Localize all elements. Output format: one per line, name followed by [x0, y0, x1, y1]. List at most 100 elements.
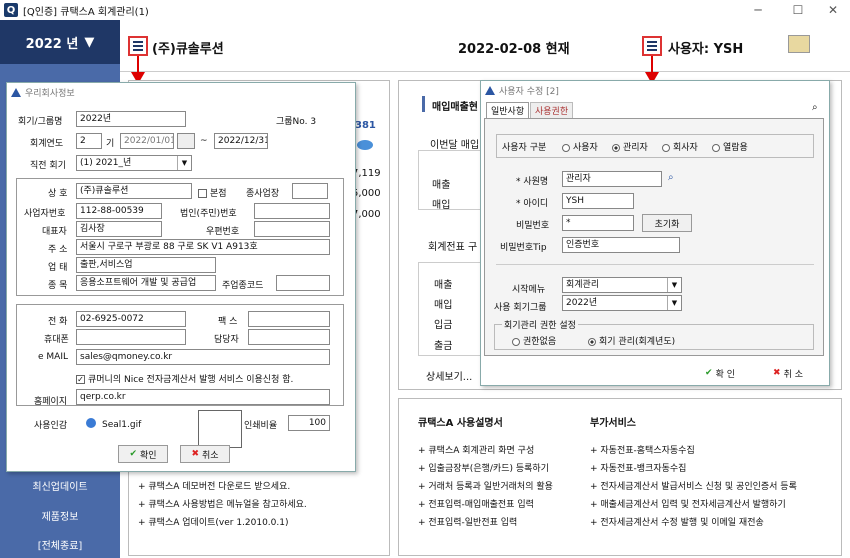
corpno-label: 법인(주민)번호: [180, 209, 237, 219]
mobile-label: 휴대폰: [44, 335, 69, 345]
chevron-down-icon: ▼: [667, 296, 681, 310]
pw-input[interactable]: *: [562, 215, 634, 231]
window-titlebar: Q [Q인증] 큐택스A 회계관리(1): [0, 0, 850, 20]
minimize-button[interactable]: ─: [745, 0, 771, 20]
fax-input[interactable]: [248, 311, 330, 327]
manual-item[interactable]: + 입출금장부(은행/카드) 등록하기: [418, 460, 553, 478]
reset-button[interactable]: 초기화: [642, 214, 692, 232]
settings-icon[interactable]: [788, 35, 810, 53]
user-ok-button[interactable]: ✔ 확 인: [694, 364, 746, 382]
seal-label: 사용인감: [34, 421, 68, 431]
mobile-input[interactable]: [76, 329, 186, 345]
dialog-titlebar: 우리회사정보: [7, 83, 355, 101]
email-label: e MAIL: [38, 352, 68, 362]
item-input[interactable]: 응용소프트웨어 개발 및 공급업: [76, 275, 216, 291]
name-input[interactable]: (주)큐솔루션: [76, 183, 192, 199]
seal-preview[interactable]: [198, 410, 242, 448]
type-admin-radio[interactable]: 관리자: [612, 140, 648, 153]
hq-check[interactable]: 본점: [198, 186, 227, 199]
search-icon[interactable]: ⌕: [668, 172, 674, 183]
biz-place-input[interactable]: [292, 183, 328, 199]
extra-list: + 자동전표-홈택스자동수집 + 자동전표-뱅크자동수집 + 전자세금계산서 발…: [590, 442, 797, 532]
num-2: 7,119: [352, 168, 381, 179]
manual-title: 큐택스A 사용설명서: [418, 418, 503, 429]
zip-input[interactable]: [254, 221, 330, 237]
period-label: 회기/그룹명: [18, 117, 63, 127]
home-input[interactable]: qerp.co.kr: [76, 389, 330, 405]
extra-item[interactable]: + 전자세금계산서 발급서비스 신청 및 공인인증서 등록: [590, 478, 797, 496]
search-icon[interactable]: ⌕: [812, 102, 818, 113]
bizno-input[interactable]: 112-88-00539: [76, 203, 162, 219]
extra-item[interactable]: + 전자세금계산서 수정 발행 및 이메일 재전송: [590, 514, 797, 532]
dialog-title: 우리회사정보: [25, 88, 75, 99]
perm-manage-radio[interactable]: 회기 관리(회계년도): [588, 334, 675, 347]
type-viewer-radio[interactable]: 열람용: [712, 140, 748, 153]
extra-item[interactable]: + 자동전표-뱅크자동수집: [590, 460, 797, 478]
tab-general[interactable]: 일반사항: [486, 102, 530, 118]
ceo-input[interactable]: 김사장: [76, 221, 162, 237]
perm-none-radio[interactable]: 권한없음: [512, 334, 556, 347]
empname-input[interactable]: 관리자: [562, 171, 662, 187]
user-menu-icon[interactable]: [642, 36, 662, 56]
extra-item[interactable]: + 자동전표-홈택스자동수집: [590, 442, 797, 460]
fiscal-end-input[interactable]: 2022/12/31: [214, 133, 268, 149]
prev-select[interactable]: (1) 2021_년 ▼: [76, 155, 192, 171]
manual-list: + 큐택스A 회계관리 화면 구성 + 입출금장부(은행/카드) 등록하기 + …: [418, 442, 553, 532]
sidebar-link-update[interactable]: 최신업데이트: [0, 478, 120, 493]
prev-label: 직전 회기: [30, 161, 66, 171]
journal-label: 회계전표 구: [428, 242, 478, 253]
manual-item[interactable]: + 전표입력-일반전표 입력: [418, 514, 553, 532]
sidebar-link-product[interactable]: 제품정보: [0, 508, 120, 523]
fax-label: 팩 스: [218, 317, 238, 327]
refresh-icon[interactable]: [357, 140, 373, 150]
manager-label: 담당자: [214, 335, 239, 345]
type-company-radio[interactable]: 회사자: [662, 140, 698, 153]
mainitem-input[interactable]: [276, 275, 330, 291]
extra-title: 부가서비스: [590, 418, 636, 429]
type-user-radio[interactable]: 사용자: [562, 140, 598, 153]
tel-input[interactable]: 02-6925-0072: [76, 311, 186, 327]
user-cancel-button[interactable]: ✖ 취 소: [762, 364, 814, 382]
close-button[interactable]: ✕: [820, 0, 846, 20]
tip-input[interactable]: 인증번호: [562, 237, 680, 253]
company-ok-button[interactable]: ✔ 확인: [118, 445, 168, 463]
sales-table: [418, 150, 484, 210]
nice-check[interactable]: ✓ 큐머니의 Nice 전자금계산서 발행 서비스 이용신청 함.: [76, 372, 293, 385]
addr-input[interactable]: 서울시 구로구 부광로 88 구로 SK V1 A913호: [76, 239, 330, 255]
item-label: 종 목: [48, 281, 68, 291]
news-item[interactable]: + 큐택스A 데모버전 다운로드 받으세요.: [138, 478, 307, 496]
news-item[interactable]: + 큐택스A 사용방법은 메뉴얼을 참고하세요.: [138, 496, 307, 514]
ratio-input[interactable]: 100: [288, 415, 330, 431]
sidebar-link-exit[interactable]: [전체종료]: [0, 537, 120, 552]
j-row-withdraw: 출금: [434, 341, 453, 352]
year-selector[interactable]: 2022 년 ▼: [0, 20, 120, 64]
menu-select[interactable]: 회계관리 ▼: [562, 277, 682, 293]
seal-file[interactable]: Seal1.gif: [102, 420, 141, 430]
manual-item[interactable]: + 전표입력-매입매출전표 입력: [418, 496, 553, 514]
fiscal-no-input[interactable]: 2: [76, 133, 102, 149]
group-select[interactable]: 2022년 ▼: [562, 295, 682, 311]
company-menu-icon[interactable]: [128, 36, 148, 56]
calendar-icon[interactable]: [177, 133, 195, 149]
menu-label: 시작메뉴: [512, 285, 546, 295]
news-item[interactable]: + 큐택스A 업데이트(ver 1.2010.0.1): [138, 514, 307, 532]
tab-permission[interactable]: 사용권한: [530, 102, 574, 118]
company-cancel-button[interactable]: ✖ 취소: [180, 445, 230, 463]
maximize-button[interactable]: ☐: [785, 0, 811, 20]
manual-item[interactable]: + 큐택스A 회계관리 화면 구성: [418, 442, 553, 460]
extra-item[interactable]: + 매출세금계산서 입력 및 전자세금계산서 발행하기: [590, 496, 797, 514]
id-input[interactable]: YSH: [562, 193, 634, 209]
prev-month-label: 이번달 매입: [430, 140, 480, 151]
corpno-input[interactable]: [254, 203, 330, 219]
section-marker: [422, 96, 425, 112]
period-input[interactable]: 2022년: [76, 111, 186, 127]
biztype-input[interactable]: 출판,서비스업: [76, 257, 216, 273]
manager-input[interactable]: [248, 329, 330, 345]
manual-item[interactable]: + 거래처 등록과 일반거래처의 활용: [418, 478, 553, 496]
more-link[interactable]: 상세보기...: [426, 368, 472, 383]
email-input[interactable]: sales@qmoney.co.kr: [76, 349, 330, 365]
zip-label: 우편번호: [206, 227, 240, 237]
tilde: ~: [200, 136, 208, 146]
fiscal-start-input[interactable]: 2022/01/01: [120, 133, 174, 149]
app-logo: Q: [4, 3, 18, 17]
